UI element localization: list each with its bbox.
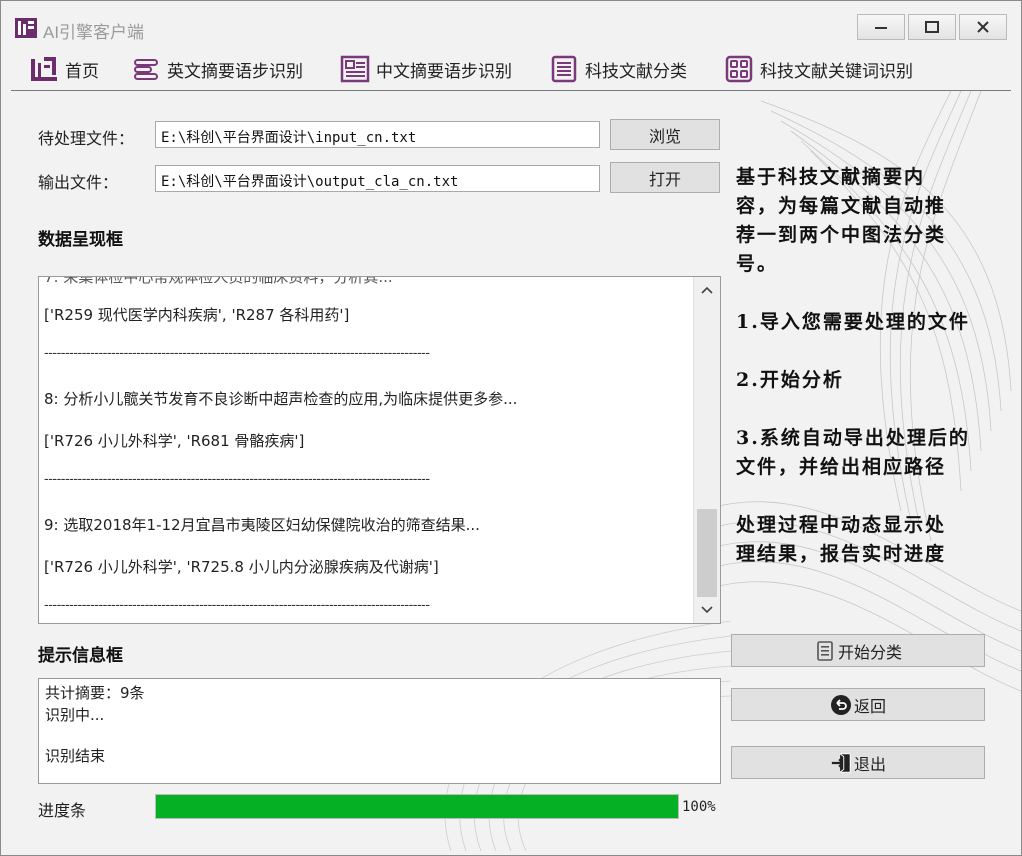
list-icon [814,640,836,662]
window-title: AI引擎客户端 [43,23,145,42]
result-line: ['R259 现代医学内科疾病', 'R287 各科用药'] [44,306,350,324]
info-panel-title: 提示信息框 [38,646,123,666]
result-line: ['R726 小儿外科学', 'R725.8 小儿内分泌腺疾病及代谢病'] [44,558,439,576]
description-line: 荐一到两个中图法分类 [736,224,947,246]
list-icon [549,54,579,84]
clipped-line: 7: 采集体检中心常规体检人员的临床资料，分析其... [44,276,393,286]
scroll-thumb[interactable] [697,509,717,597]
data-panel-title: 数据呈现框 [38,230,123,250]
output-file-field[interactable]: E:\科创\平台界面设计\output_cla_cn.txt [155,165,600,192]
progress-fill [156,795,678,818]
step-3: 3.系统自动导出处理后的 文件，并给出相应路径 [736,424,970,482]
scroll-up-icon[interactable] [701,285,713,297]
exit-button[interactable]: 退出 [731,746,985,779]
data-panel[interactable]: 7: 采集体检中心常规体检人员的临床资料，分析其... ['R259 现代医学内… [38,276,721,624]
maximize-icon [925,21,939,33]
output-file-label: 输出文件： [38,173,119,192]
description-line: 号。 [736,253,779,275]
description-line: 容，为每篇文献自动推 [736,195,947,217]
lines-icon [131,54,161,84]
back-arrow-icon [830,694,852,716]
back-button[interactable]: 返回 [731,688,985,721]
exit-door-icon [830,752,852,774]
tab-english-moves-label: 英文摘要语步识别 [167,61,303,82]
tab-home[interactable]: 首页 [29,53,99,85]
maximize-button[interactable] [908,14,956,40]
description-line: 文件，并给出相应路径 [736,456,947,478]
tab-chinese-moves-label: 中文摘要语步识别 [376,61,512,82]
separator-line: ----------------------------------------… [44,346,430,361]
info-line: 识别中... [45,706,105,724]
tab-keywords-label: 科技文献关键词识别 [760,61,913,82]
grid-icon [724,54,754,84]
start-classify-button[interactable]: 开始分类 [731,634,985,667]
tab-english-moves[interactable]: 英文摘要语步识别 [131,53,303,85]
data-panel-scrollbar[interactable] [693,277,720,623]
toolbar-divider [11,90,1011,91]
close-icon [977,21,989,33]
browse-button[interactable]: 浏览 [610,119,720,150]
separator-line: ----------------------------------------… [44,472,430,487]
toolbar: 首页 英文摘要语步识别 中文摘要语步识别 科技文献分类 科技文献关键词识别 [1,47,1021,91]
result-line: ['R726 小儿外科学', 'R681 骨骼疾病'] [44,432,305,450]
abstract-line: 8: 分析小儿髋关节发育不良诊断中超声检查的应用,为临床提供更多参... [44,390,518,408]
description-line: 处理过程中动态显示处 [736,514,947,536]
scroll-down-icon[interactable] [701,603,713,615]
minimize-button[interactable] [857,14,905,40]
tab-classification[interactable]: 科技文献分类 [549,53,687,85]
progress-label: 进度条 [38,801,87,820]
app-window: AI引擎客户端 首页 英文摘要语步识别 中文摘要语步识别 科技文献分类 科技文献… [0,0,1022,856]
info-panel[interactable]: 共计摘要：9条 识别中... 识别结束 [38,678,721,784]
process-note: 处理过程中动态显示处 理结果，报告实时进度 [736,511,946,569]
description-text: 基于科技文献摘要内 容，为每篇文献自动推 荐一到两个中图法分类 号。 [736,163,946,279]
document-icon [340,54,370,84]
input-file-label: 待处理文件： [38,129,135,148]
description-line: 理结果，报告实时进度 [736,543,947,565]
step-2: 2.开始分析 [736,369,844,391]
step-1: 1.导入您需要处理的文件 [736,311,970,333]
tab-chinese-moves[interactable]: 中文摘要语步识别 [340,53,512,85]
separator-line: ----------------------------------------… [44,598,430,613]
open-button[interactable]: 打开 [610,162,720,193]
abstract-line: 9: 选取2018年1-12月宜昌市夷陵区妇幼保健院收治的筛查结果... [44,516,480,534]
app-logo-icon [15,18,37,38]
tab-home-label: 首页 [65,61,99,82]
start-classify-label: 开始分类 [837,642,902,662]
tab-classification-label: 科技文献分类 [585,61,687,82]
info-line: 识别结束 [45,747,106,765]
description-line: 3.系统自动导出处理后的 [736,427,970,449]
title-bar: AI引擎客户端 [1,1,1021,45]
home-logo-icon [29,54,59,84]
exit-label: 退出 [853,754,886,774]
progress-percent: 100% [682,799,716,815]
description-line: 基于科技文献摘要内 [736,166,926,188]
back-label: 返回 [853,696,886,716]
close-button[interactable] [959,14,1007,40]
input-file-field[interactable]: E:\科创\平台界面设计\input_cn.txt [155,121,600,148]
info-line: 共计摘要：9条 [45,684,145,702]
tab-keywords[interactable]: 科技文献关键词识别 [724,53,913,85]
minimize-icon [875,27,887,29]
progress-bar [155,794,679,819]
